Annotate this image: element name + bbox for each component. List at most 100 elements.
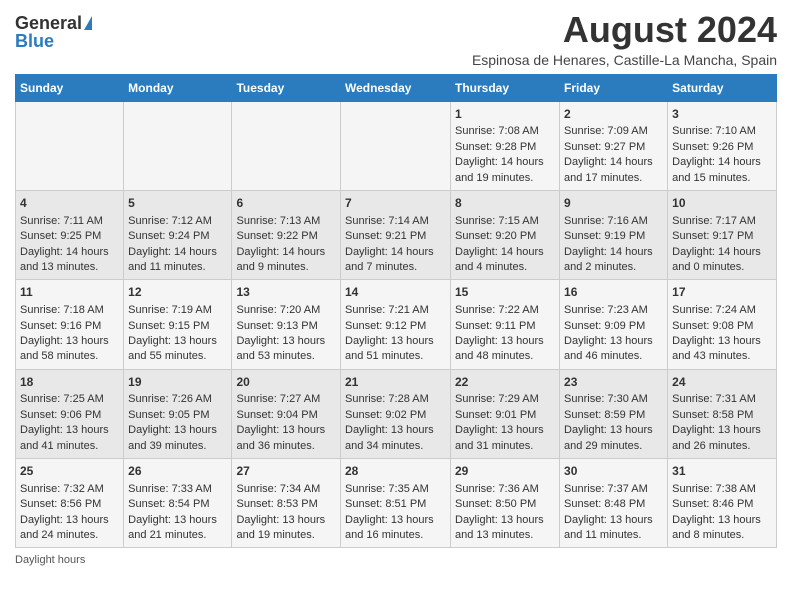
daylight-text: Daylight: 13 hours and 34 minutes. — [345, 424, 434, 451]
daylight-text: Daylight: 13 hours and 41 minutes. — [20, 424, 109, 451]
daylight-text: Daylight: 14 hours and 15 minutes. — [672, 156, 761, 183]
day-number: 18 — [20, 374, 119, 391]
calendar-cell: 28Sunrise: 7:35 AMSunset: 8:51 PMDayligh… — [341, 459, 451, 548]
daylight-text: Daylight: 13 hours and 48 minutes. — [455, 335, 544, 362]
daylight-text: Daylight: 13 hours and 46 minutes. — [564, 335, 653, 362]
calendar-cell: 6Sunrise: 7:13 AMSunset: 9:22 PMDaylight… — [232, 190, 341, 279]
sunrise-text: Sunrise: 7:20 AM — [236, 304, 320, 316]
day-number: 23 — [564, 374, 663, 391]
sunrise-text: Sunrise: 7:26 AM — [128, 393, 212, 405]
sunset-text: Sunset: 9:22 PM — [236, 230, 317, 242]
calendar-cell: 4Sunrise: 7:11 AMSunset: 9:25 PMDaylight… — [16, 190, 124, 279]
day-number: 8 — [455, 195, 555, 212]
sunrise-text: Sunrise: 7:24 AM — [672, 304, 756, 316]
daylight-text: Daylight: 14 hours and 17 minutes. — [564, 156, 653, 183]
day-number: 27 — [236, 463, 336, 480]
sunrise-text: Sunrise: 7:31 AM — [672, 393, 756, 405]
title-area: August 2024 Espinosa de Henares, Castill… — [112, 10, 777, 68]
sunset-text: Sunset: 9:27 PM — [564, 141, 645, 153]
calendar-cell: 20 Sunrise: 7:27 AM Sunset: 9:04 PM Dayligh… — [232, 369, 341, 458]
day-number: 4 — [20, 195, 119, 212]
sunset-text: Sunset: 9:24 PM — [128, 230, 209, 242]
calendar-cell: 22Sunrise: 7:29 AMSunset: 9:01 PMDayligh… — [451, 369, 560, 458]
day-number: 11 — [20, 284, 119, 301]
daylight-text: Daylight: 14 hours and 0 minutes. — [672, 246, 761, 273]
daylight-text: Daylight: 13 hours and 58 minutes. — [20, 335, 109, 362]
sunrise-text: Sunrise: 7:28 AM — [345, 393, 429, 405]
sunrise-text: Sunrise: 7:25 AM — [20, 393, 104, 405]
sunset-text: Sunset: 9:16 PM — [20, 320, 101, 332]
sunset-text: Sunset: 9:21 PM — [345, 230, 426, 242]
sunrise-text: Sunrise: 7:27 AM — [236, 393, 320, 405]
logo-blue-text: Blue — [15, 32, 54, 50]
sunrise-text: Sunrise: 7:38 AM — [672, 483, 756, 495]
calendar-table: SundayMondayTuesdayWednesdayThursdayFrid… — [15, 74, 777, 549]
day-number: 13 — [236, 284, 336, 301]
sunset-text: Sunset: 9:04 PM — [236, 409, 317, 421]
daylight-text: Daylight: 13 hours and 39 minutes. — [128, 424, 217, 451]
sunrise-text: Sunrise: 7:19 AM — [128, 304, 212, 316]
sunset-text: Sunset: 8:48 PM — [564, 498, 645, 510]
sunrise-text: Sunrise: 7:16 AM — [564, 215, 648, 227]
sunrise-text: Sunrise: 7:33 AM — [128, 483, 212, 495]
day-number: 22 — [455, 374, 555, 391]
sunset-text: Sunset: 9:20 PM — [455, 230, 536, 242]
day-number: 7 — [345, 195, 446, 212]
daylight-text: Daylight: 13 hours and 16 minutes. — [345, 514, 434, 541]
calendar-cell: 8Sunrise: 7:15 AMSunset: 9:20 PMDaylight… — [451, 190, 560, 279]
calendar-cell: 21Sunrise: 7:28 AMSunset: 9:02 PMDayligh… — [341, 369, 451, 458]
day-header-friday: Friday — [560, 74, 668, 101]
sunrise-text: Sunrise: 7:22 AM — [455, 304, 539, 316]
sunrise-text: Sunrise: 7:17 AM — [672, 215, 756, 227]
header: General Blue August 2024 Espinosa de Hen… — [15, 10, 777, 68]
calendar-cell: 27Sunrise: 7:34 AMSunset: 8:53 PMDayligh… — [232, 459, 341, 548]
calendar-cell — [16, 101, 124, 190]
calendar-cell: 30Sunrise: 7:37 AMSunset: 8:48 PMDayligh… — [560, 459, 668, 548]
day-number: 16 — [564, 284, 663, 301]
day-header-saturday: Saturday — [668, 74, 777, 101]
day-number: 19 — [128, 374, 227, 391]
daylight-text: Daylight: 13 hours and 55 minutes. — [128, 335, 217, 362]
page-title: August 2024 — [112, 10, 777, 50]
sunset-text: Sunset: 9:13 PM — [236, 320, 317, 332]
day-number: 9 — [564, 195, 663, 212]
daylight-text: Daylight: 13 hours and 43 minutes. — [672, 335, 761, 362]
week-row-2: 4Sunrise: 7:11 AMSunset: 9:25 PMDaylight… — [16, 190, 777, 279]
day-header-thursday: Thursday — [451, 74, 560, 101]
calendar-cell: 5Sunrise: 7:12 AMSunset: 9:24 PMDaylight… — [124, 190, 232, 279]
daylight-text: Daylight: 13 hours and 36 minutes. — [236, 424, 325, 451]
daylight-text: Daylight: 14 hours and 2 minutes. — [564, 246, 653, 273]
calendar-cell: 29Sunrise: 7:36 AMSunset: 8:50 PMDayligh… — [451, 459, 560, 548]
calendar-cell: 2Sunrise: 7:09 AMSunset: 9:27 PMDaylight… — [560, 101, 668, 190]
sunset-text: Sunset: 9:19 PM — [564, 230, 645, 242]
sunset-text: Sunset: 8:51 PM — [345, 498, 426, 510]
day-number: 14 — [345, 284, 446, 301]
calendar-cell — [124, 101, 232, 190]
calendar-cell: 3Sunrise: 7:10 AMSunset: 9:26 PMDaylight… — [668, 101, 777, 190]
sunset-text: Sunset: 8:56 PM — [20, 498, 101, 510]
day-number: 20 — [236, 374, 336, 391]
day-number: 30 — [564, 463, 663, 480]
sunrise-text: Sunrise: 7:18 AM — [20, 304, 104, 316]
calendar-cell: 16Sunrise: 7:23 AMSunset: 9:09 PMDayligh… — [560, 280, 668, 369]
day-number: 28 — [345, 463, 446, 480]
daylight-text: Daylight: 14 hours and 11 minutes. — [128, 246, 217, 273]
day-number: 15 — [455, 284, 555, 301]
daylight-text: Daylight: 13 hours and 53 minutes. — [236, 335, 325, 362]
sunrise-text: Sunrise: 7:14 AM — [345, 215, 429, 227]
calendar-cell: 14Sunrise: 7:21 AMSunset: 9:12 PMDayligh… — [341, 280, 451, 369]
daylight-text: Daylight: 13 hours and 21 minutes. — [128, 514, 217, 541]
sunset-text: Sunset: 8:59 PM — [564, 409, 645, 421]
sunset-text: Sunset: 8:50 PM — [455, 498, 536, 510]
calendar-cell: 12Sunrise: 7:19 AMSunset: 9:15 PMDayligh… — [124, 280, 232, 369]
daylight-text: Daylight: 13 hours and 24 minutes. — [20, 514, 109, 541]
day-number: 31 — [672, 463, 772, 480]
sunset-text: Sunset: 8:53 PM — [236, 498, 317, 510]
daylight-text: Daylight: 13 hours and 26 minutes. — [672, 424, 761, 451]
sunset-text: Sunset: 9:05 PM — [128, 409, 209, 421]
sunset-text: Sunset: 8:58 PM — [672, 409, 753, 421]
calendar-header: SundayMondayTuesdayWednesdayThursdayFrid… — [16, 74, 777, 101]
sunrise-text: Sunrise: 7:34 AM — [236, 483, 320, 495]
week-row-3: 11 Sunrise: 7:18 AM Sunset: 9:16 PM Dayligh… — [16, 280, 777, 369]
daylight-text: Daylight: 13 hours and 51 minutes. — [345, 335, 434, 362]
